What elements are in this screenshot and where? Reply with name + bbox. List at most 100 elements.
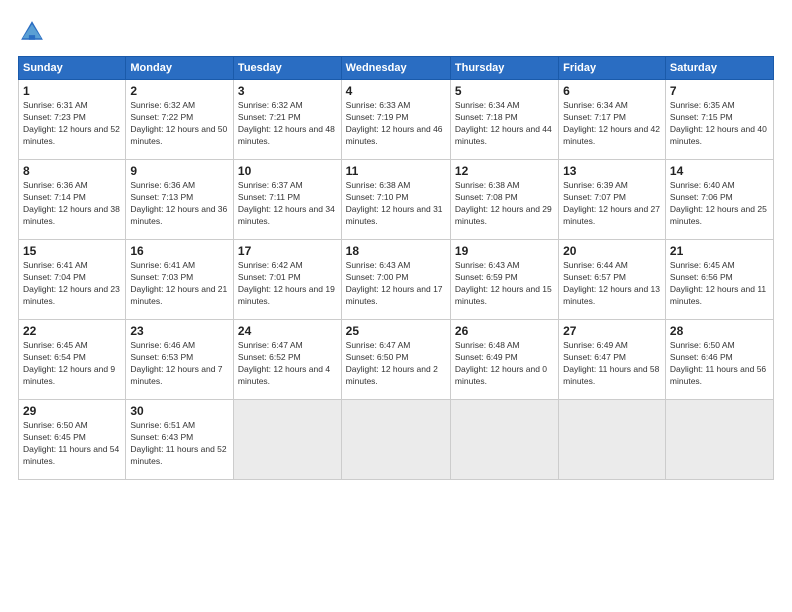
day-number: 27	[563, 324, 661, 338]
calendar-cell: 26 Sunrise: 6:48 AMSunset: 6:49 PMDaylig…	[450, 320, 558, 400]
logo-icon	[18, 18, 46, 46]
day-number: 20	[563, 244, 661, 258]
calendar-cell: 25 Sunrise: 6:47 AMSunset: 6:50 PMDaylig…	[341, 320, 450, 400]
day-detail: Sunrise: 6:43 AMSunset: 6:59 PMDaylight:…	[455, 260, 552, 306]
calendar-cell: 3 Sunrise: 6:32 AMSunset: 7:21 PMDayligh…	[233, 80, 341, 160]
day-number: 14	[670, 164, 769, 178]
day-detail: Sunrise: 6:49 AMSunset: 6:47 PMDaylight:…	[563, 340, 659, 386]
day-number: 30	[130, 404, 229, 418]
calendar-cell: 7 Sunrise: 6:35 AMSunset: 7:15 PMDayligh…	[665, 80, 773, 160]
day-detail: Sunrise: 6:32 AMSunset: 7:22 PMDaylight:…	[130, 100, 227, 146]
day-number: 24	[238, 324, 337, 338]
day-detail: Sunrise: 6:33 AMSunset: 7:19 PMDaylight:…	[346, 100, 443, 146]
calendar-cell: 17 Sunrise: 6:42 AMSunset: 7:01 PMDaylig…	[233, 240, 341, 320]
day-detail: Sunrise: 6:40 AMSunset: 7:06 PMDaylight:…	[670, 180, 767, 226]
day-number: 11	[346, 164, 446, 178]
calendar-cell: 6 Sunrise: 6:34 AMSunset: 7:17 PMDayligh…	[559, 80, 666, 160]
day-number: 9	[130, 164, 229, 178]
calendar-cell: 22 Sunrise: 6:45 AMSunset: 6:54 PMDaylig…	[19, 320, 126, 400]
week-row-4: 22 Sunrise: 6:45 AMSunset: 6:54 PMDaylig…	[19, 320, 774, 400]
day-number: 28	[670, 324, 769, 338]
calendar-page: SundayMondayTuesdayWednesdayThursdayFrid…	[0, 0, 792, 612]
header-row: SundayMondayTuesdayWednesdayThursdayFrid…	[19, 57, 774, 80]
day-detail: Sunrise: 6:45 AMSunset: 6:54 PMDaylight:…	[23, 340, 115, 386]
col-header-sunday: Sunday	[19, 57, 126, 80]
day-number: 15	[23, 244, 121, 258]
calendar-cell: 11 Sunrise: 6:38 AMSunset: 7:10 PMDaylig…	[341, 160, 450, 240]
calendar-cell	[665, 400, 773, 480]
day-detail: Sunrise: 6:50 AMSunset: 6:45 PMDaylight:…	[23, 420, 119, 466]
calendar-cell: 10 Sunrise: 6:37 AMSunset: 7:11 PMDaylig…	[233, 160, 341, 240]
day-detail: Sunrise: 6:36 AMSunset: 7:14 PMDaylight:…	[23, 180, 120, 226]
day-detail: Sunrise: 6:48 AMSunset: 6:49 PMDaylight:…	[455, 340, 547, 386]
calendar-cell: 18 Sunrise: 6:43 AMSunset: 7:00 PMDaylig…	[341, 240, 450, 320]
calendar-cell: 15 Sunrise: 6:41 AMSunset: 7:04 PMDaylig…	[19, 240, 126, 320]
col-header-monday: Monday	[126, 57, 234, 80]
day-number: 25	[346, 324, 446, 338]
day-detail: Sunrise: 6:44 AMSunset: 6:57 PMDaylight:…	[563, 260, 660, 306]
col-header-thursday: Thursday	[450, 57, 558, 80]
day-detail: Sunrise: 6:34 AMSunset: 7:17 PMDaylight:…	[563, 100, 660, 146]
week-row-3: 15 Sunrise: 6:41 AMSunset: 7:04 PMDaylig…	[19, 240, 774, 320]
calendar-cell: 16 Sunrise: 6:41 AMSunset: 7:03 PMDaylig…	[126, 240, 234, 320]
day-detail: Sunrise: 6:36 AMSunset: 7:13 PMDaylight:…	[130, 180, 227, 226]
day-number: 6	[563, 84, 661, 98]
day-number: 16	[130, 244, 229, 258]
logo	[18, 18, 50, 46]
day-detail: Sunrise: 6:34 AMSunset: 7:18 PMDaylight:…	[455, 100, 552, 146]
calendar-cell: 24 Sunrise: 6:47 AMSunset: 6:52 PMDaylig…	[233, 320, 341, 400]
day-detail: Sunrise: 6:51 AMSunset: 6:43 PMDaylight:…	[130, 420, 226, 466]
day-detail: Sunrise: 6:41 AMSunset: 7:03 PMDaylight:…	[130, 260, 227, 306]
day-detail: Sunrise: 6:39 AMSunset: 7:07 PMDaylight:…	[563, 180, 660, 226]
header	[18, 18, 774, 46]
day-number: 5	[455, 84, 554, 98]
col-header-tuesday: Tuesday	[233, 57, 341, 80]
day-detail: Sunrise: 6:47 AMSunset: 6:52 PMDaylight:…	[238, 340, 330, 386]
day-detail: Sunrise: 6:41 AMSunset: 7:04 PMDaylight:…	[23, 260, 120, 306]
day-number: 12	[455, 164, 554, 178]
day-number: 7	[670, 84, 769, 98]
calendar-cell: 2 Sunrise: 6:32 AMSunset: 7:22 PMDayligh…	[126, 80, 234, 160]
calendar-cell: 20 Sunrise: 6:44 AMSunset: 6:57 PMDaylig…	[559, 240, 666, 320]
day-number: 13	[563, 164, 661, 178]
col-header-wednesday: Wednesday	[341, 57, 450, 80]
week-row-1: 1 Sunrise: 6:31 AMSunset: 7:23 PMDayligh…	[19, 80, 774, 160]
calendar-cell	[233, 400, 341, 480]
day-detail: Sunrise: 6:45 AMSunset: 6:56 PMDaylight:…	[670, 260, 766, 306]
day-detail: Sunrise: 6:38 AMSunset: 7:08 PMDaylight:…	[455, 180, 552, 226]
calendar-cell: 19 Sunrise: 6:43 AMSunset: 6:59 PMDaylig…	[450, 240, 558, 320]
day-detail: Sunrise: 6:50 AMSunset: 6:46 PMDaylight:…	[670, 340, 766, 386]
day-detail: Sunrise: 6:32 AMSunset: 7:21 PMDaylight:…	[238, 100, 335, 146]
calendar-cell: 8 Sunrise: 6:36 AMSunset: 7:14 PMDayligh…	[19, 160, 126, 240]
day-number: 2	[130, 84, 229, 98]
day-number: 23	[130, 324, 229, 338]
col-header-saturday: Saturday	[665, 57, 773, 80]
week-row-5: 29 Sunrise: 6:50 AMSunset: 6:45 PMDaylig…	[19, 400, 774, 480]
day-number: 3	[238, 84, 337, 98]
calendar-cell: 21 Sunrise: 6:45 AMSunset: 6:56 PMDaylig…	[665, 240, 773, 320]
day-detail: Sunrise: 6:38 AMSunset: 7:10 PMDaylight:…	[346, 180, 443, 226]
col-header-friday: Friday	[559, 57, 666, 80]
day-number: 19	[455, 244, 554, 258]
calendar-cell	[559, 400, 666, 480]
calendar-cell: 5 Sunrise: 6:34 AMSunset: 7:18 PMDayligh…	[450, 80, 558, 160]
day-detail: Sunrise: 6:37 AMSunset: 7:11 PMDaylight:…	[238, 180, 335, 226]
day-number: 1	[23, 84, 121, 98]
calendar-cell: 1 Sunrise: 6:31 AMSunset: 7:23 PMDayligh…	[19, 80, 126, 160]
calendar-cell: 13 Sunrise: 6:39 AMSunset: 7:07 PMDaylig…	[559, 160, 666, 240]
day-number: 18	[346, 244, 446, 258]
day-detail: Sunrise: 6:42 AMSunset: 7:01 PMDaylight:…	[238, 260, 335, 306]
day-detail: Sunrise: 6:35 AMSunset: 7:15 PMDaylight:…	[670, 100, 767, 146]
day-number: 22	[23, 324, 121, 338]
calendar-cell	[450, 400, 558, 480]
day-number: 29	[23, 404, 121, 418]
calendar-cell: 27 Sunrise: 6:49 AMSunset: 6:47 PMDaylig…	[559, 320, 666, 400]
day-detail: Sunrise: 6:43 AMSunset: 7:00 PMDaylight:…	[346, 260, 443, 306]
calendar-table: SundayMondayTuesdayWednesdayThursdayFrid…	[18, 56, 774, 480]
calendar-cell: 14 Sunrise: 6:40 AMSunset: 7:06 PMDaylig…	[665, 160, 773, 240]
day-number: 21	[670, 244, 769, 258]
calendar-cell	[341, 400, 450, 480]
day-detail: Sunrise: 6:31 AMSunset: 7:23 PMDaylight:…	[23, 100, 120, 146]
day-number: 8	[23, 164, 121, 178]
calendar-cell: 29 Sunrise: 6:50 AMSunset: 6:45 PMDaylig…	[19, 400, 126, 480]
